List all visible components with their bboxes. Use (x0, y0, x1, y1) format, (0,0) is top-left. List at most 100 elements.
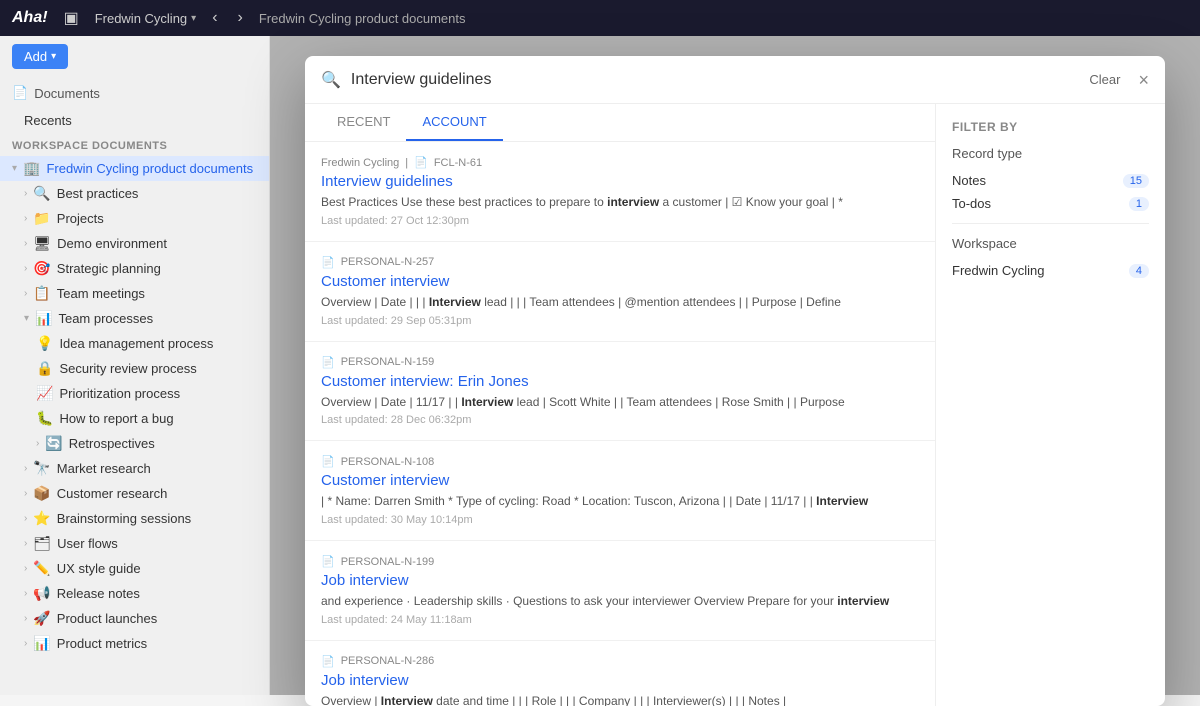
sidebar-item-best-practices[interactable]: › 🔍 Best practices (0, 181, 269, 206)
item-icon: 🔒 (36, 360, 53, 377)
item-label: Security review process (59, 361, 257, 376)
result-preview: | * Name: Darren Smith * Type of cycling… (321, 493, 919, 510)
result-item[interactable]: 📄 PERSONAL-N-286 Job interview Overview … (305, 641, 935, 706)
item-label: Projects (57, 211, 257, 226)
item-label: Release notes (57, 586, 257, 601)
result-title[interactable]: Customer interview (321, 273, 919, 290)
result-id: PERSONAL-N-108 (341, 456, 435, 468)
sidebar-item-product-launches[interactable]: › 🚀 Product launches (0, 606, 269, 631)
recents-label: Recents (24, 113, 257, 128)
sidebar-toggle-btn[interactable]: ▣ (60, 6, 83, 30)
result-id: PERSONAL-N-286 (341, 655, 435, 667)
search-modal: 🔍 Clear × RECENT (305, 56, 1165, 706)
filter-option-workspace[interactable]: Fredwin Cycling 4 (952, 259, 1149, 282)
result-item[interactable]: 📄 PERSONAL-N-199 Job interview and exper… (305, 541, 935, 641)
item-icon: 🖥 (33, 235, 51, 252)
sidebar-item-strategic-planning[interactable]: › 🎯 Strategic planning (0, 256, 269, 281)
result-id: PERSONAL-N-159 (341, 356, 435, 368)
workspace-selector[interactable]: Fredwin Cycling ▾ (95, 11, 197, 26)
result-id: FCL-N-61 (434, 157, 482, 169)
item-icon: 📢 (33, 585, 50, 602)
docs-section-header: 📄 Documents (0, 77, 269, 109)
item-label: Product launches (57, 611, 257, 626)
nav-back-btn[interactable]: ‹ (208, 7, 221, 29)
sidebar-item-idea-management[interactable]: 💡 Idea management process (0, 331, 269, 356)
sidebar-item-recents[interactable]: Recents (0, 109, 269, 132)
item-icon: 🔭 (33, 460, 50, 477)
sidebar-item-market-research[interactable]: › 🔭 Market research (0, 456, 269, 481)
breadcrumb: Fredwin Cycling product documents (259, 11, 466, 26)
result-title[interactable]: Customer interview: Erin Jones (321, 373, 919, 390)
sidebar-item-prioritization[interactable]: 📈 Prioritization process (0, 381, 269, 406)
item-label: Team processes (58, 311, 257, 326)
nav-forward-btn[interactable]: › (234, 7, 247, 29)
search-clear-button[interactable]: Clear (1081, 68, 1128, 91)
aha-logo: Aha! (12, 9, 48, 27)
sidebar-item-retrospectives[interactable]: › 🔄 Retrospectives (0, 431, 269, 456)
sidebar-item-release-notes[interactable]: › 📢 Release notes (0, 581, 269, 606)
result-item[interactable]: 📄 PERSONAL-N-159 Customer interview: Eri… (305, 342, 935, 442)
highlight: Interview (816, 494, 868, 508)
item-label: Prioritization process (59, 386, 257, 401)
result-item[interactable]: 📄 PERSONAL-N-108 Customer interview | * … (305, 441, 935, 541)
filter-record-type-title: Record type (952, 146, 1149, 161)
sidebar-item-demo-environment[interactable]: › 🖥 Demo environment (0, 231, 269, 256)
add-button[interactable]: Add ▾ (12, 44, 68, 69)
item-icon: 🚀 (33, 610, 50, 627)
item-icon: 📈 (36, 385, 53, 402)
search-close-button[interactable]: × (1138, 71, 1149, 89)
filter-option-todos[interactable]: To-dos 1 (952, 192, 1149, 215)
sidebar-item-projects[interactable]: › 📁 Projects (0, 206, 269, 231)
result-preview: and experience · Leadership skills · Que… (321, 593, 919, 610)
item-icon: 🔄 (45, 435, 62, 452)
item-icon: 🗂 (33, 535, 51, 552)
filter-workspace-title: Workspace (952, 236, 1149, 251)
result-meta: Fredwin Cycling | 📄 FCL-N-61 (321, 156, 919, 169)
result-workspace: Fredwin Cycling (321, 157, 399, 169)
filter-option-notes[interactable]: Notes 15 (952, 169, 1149, 192)
chevron-icon: › (24, 213, 27, 224)
result-item[interactable]: Fredwin Cycling | 📄 FCL-N-61 Interview g… (305, 142, 935, 242)
sidebar-item-fredwin[interactable]: ▾ 🏢 Fredwin Cycling product documents (0, 156, 269, 181)
item-label: How to report a bug (59, 411, 257, 426)
sidebar-item-team-meetings[interactable]: › 📋 Team meetings (0, 281, 269, 306)
result-item[interactable]: 📄 PERSONAL-N-257 Customer interview Over… (305, 242, 935, 342)
result-date: Last updated: 27 Oct 12:30pm (321, 215, 919, 227)
sidebar-item-product-metrics[interactable]: › 📊 Product metrics (0, 631, 269, 656)
item-icon: 📊 (35, 310, 52, 327)
chevron-icon: › (24, 238, 27, 249)
result-title[interactable]: Customer interview (321, 472, 919, 489)
sidebar-item-ux-style-guide[interactable]: › ✏️ UX style guide (0, 556, 269, 581)
sidebar-item-customer-research[interactable]: › 📦 Customer research (0, 481, 269, 506)
item-icon: 📋 (33, 285, 50, 302)
tab-account[interactable]: ACCOUNT (406, 104, 502, 141)
item-icon: 💡 (36, 335, 53, 352)
result-preview: Overview | Date | | | Interview lead | |… (321, 294, 919, 311)
main-layout: Add ▾ 📄 Documents Recents WORKSPACE DOCU… (0, 36, 1200, 695)
sidebar-item-security-review[interactable]: 🔒 Security review process (0, 356, 269, 381)
sidebar-item-team-processes[interactable]: ▾ 📊 Team processes (0, 306, 269, 331)
workspace-chevron: ▾ (191, 13, 196, 24)
highlight: interview (837, 594, 889, 608)
tab-recent[interactable]: RECENT (321, 104, 406, 141)
sidebar-item-user-flows[interactable]: › 🗂 User flows (0, 531, 269, 556)
main-content: 🔍 Clear × RECENT (270, 36, 1200, 695)
item-label: Retrospectives (69, 436, 257, 451)
sidebar-item-brainstorming[interactable]: › ⭐ Brainstorming sessions (0, 506, 269, 531)
highlight: Interview (429, 295, 481, 309)
sidebar-item-report-bug[interactable]: 🐛 How to report a bug (0, 406, 269, 431)
result-title[interactable]: Job interview (321, 572, 919, 589)
result-date: Last updated: 29 Sep 05:31pm (321, 315, 919, 327)
chevron-icon: › (24, 513, 27, 524)
chevron-icon: › (24, 638, 27, 649)
chevron-icon: ▾ (24, 313, 29, 324)
item-icon: ✏️ (33, 560, 50, 577)
filter-title: FILTER BY (952, 120, 1149, 134)
result-title[interactable]: Interview guidelines (321, 173, 919, 190)
item-label: Best practices (57, 186, 257, 201)
result-title[interactable]: Job interview (321, 672, 919, 689)
result-preview: Overview | Date | 11/17 | | Interview le… (321, 394, 919, 411)
result-date: Last updated: 24 May 11:18am (321, 614, 919, 626)
docs-label: Documents (34, 86, 100, 101)
search-input[interactable] (351, 71, 1071, 89)
